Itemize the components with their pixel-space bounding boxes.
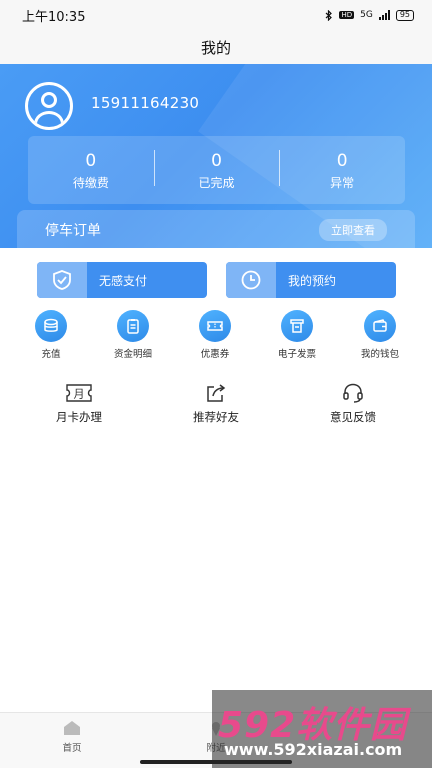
bluetooth-icon [326, 9, 333, 21]
parking-order-title: 停车订单 [45, 223, 101, 239]
hd-icon: HD [339, 11, 355, 19]
watermark: 592软件园 www.592xiazai.com [212, 690, 432, 768]
my-wallet-label: 我的钱包 [360, 349, 399, 360]
stat-value: 0 [211, 150, 222, 171]
share-icon [207, 384, 226, 402]
home-icon [64, 721, 80, 735]
my-reservation-button[interactable]: 我的预约 [226, 262, 396, 298]
recommend-friend-item[interactable]: 推荐好友 [166, 382, 266, 425]
nav-home[interactable]: 首页 [32, 719, 112, 754]
signal-icon [378, 10, 390, 20]
network-label: 5G [360, 10, 373, 20]
title-bar: 我的 [0, 30, 432, 64]
view-now-button[interactable]: 立即查看 [319, 219, 387, 241]
function-icon-row: 充值 资金明细 优惠券 电子发票 我的钱包 [0, 310, 432, 364]
user-phone: 15911164230 [91, 94, 200, 112]
senseless-pay-button[interactable]: 无感支付 [37, 262, 207, 298]
watermark-url: www.592xiazai.com [224, 740, 403, 759]
avatar[interactable] [25, 82, 73, 130]
feedback-label: 意见反馈 [330, 410, 376, 424]
clock-icon [226, 262, 276, 298]
battery-level: 95 [399, 9, 410, 19]
wallet-icon [364, 310, 396, 342]
avatar-body-shape [34, 111, 64, 127]
feedback-item[interactable]: 意见反馈 [303, 382, 403, 425]
stat-abnormal[interactable]: 0 异常 [279, 149, 405, 191]
monthly-card-label: 月卡办理 [56, 410, 102, 424]
stat-value: 0 [85, 150, 97, 171]
monthly-card-item[interactable]: 月 月卡办理 [29, 382, 129, 425]
clipboard-icon [117, 310, 149, 342]
my-wallet-item[interactable]: 我的钱包 [340, 310, 420, 360]
fund-detail-label: 资金明细 [113, 349, 152, 360]
recharge-label: 充值 [41, 349, 61, 360]
headset-icon [343, 383, 363, 403]
coupon-label: 优惠券 [200, 349, 230, 360]
battery-icon: 95 [395, 9, 414, 21]
my-reservation-label: 我的预约 [288, 273, 337, 288]
home-indicator [140, 760, 292, 764]
stats-panel: 0 待缴费 0 已完成 0 异常 [28, 136, 405, 204]
e-invoice-item[interactable]: 电子发票 [257, 310, 337, 360]
recharge-item[interactable]: 充值 [11, 310, 91, 360]
invoice-icon [281, 310, 313, 342]
shield-check-icon [37, 262, 87, 298]
stat-label: 已完成 [198, 175, 235, 190]
stat-pending[interactable]: 0 待缴费 [28, 150, 154, 191]
senseless-pay-label: 无感支付 [99, 273, 148, 288]
fund-detail-item[interactable]: 资金明细 [93, 310, 173, 360]
coupon-item[interactable]: 优惠券 [175, 310, 255, 360]
stat-value: 0 [336, 150, 348, 171]
e-invoice-label: 电子发票 [277, 349, 316, 360]
page-title: 我的 [200, 38, 231, 57]
stat-completed[interactable]: 0 已完成 [153, 149, 280, 191]
month-card-icon-text: 月 [74, 388, 85, 401]
recommend-friend-label: 推荐好友 [193, 410, 239, 424]
parking-order-bar: 停车订单 立即查看 [17, 210, 415, 248]
stat-label: 待缴费 [72, 175, 109, 190]
avatar-head-shape [41, 92, 57, 108]
nav-home-label: 首页 [62, 743, 82, 754]
ticket-icon [199, 310, 231, 342]
coins-icon [35, 310, 67, 342]
month-card-icon: 月 [66, 384, 92, 402]
status-time: 上午10:35 [22, 9, 86, 25]
status-icons: HD 5G 95 [325, 9, 414, 21]
profile-header: 15911164230 0 待缴费 0 已完成 0 异常 停车订单 立即查看 [0, 64, 432, 248]
status-bar: 上午10:35 HD 5G 95 [0, 0, 432, 30]
stat-label: 异常 [330, 175, 355, 190]
